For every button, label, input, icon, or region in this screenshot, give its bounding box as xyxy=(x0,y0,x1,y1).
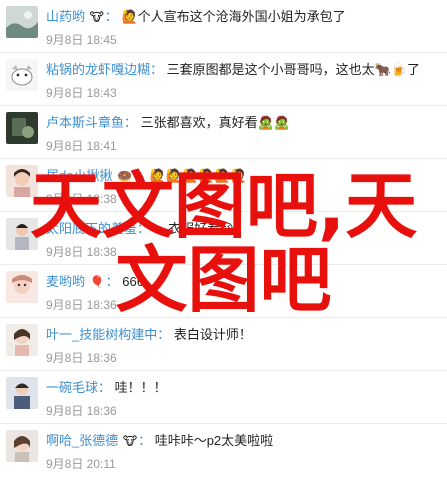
colon-separator: ： xyxy=(104,9,118,24)
comment-item: 卢本斯斗章鱼： 三张都喜欢，真好看🧟🧟 9月8日 18:41 xyxy=(0,106,447,159)
avatar[interactable] xyxy=(6,324,38,356)
cow-face-icon: 🐮 xyxy=(89,10,104,24)
colon-separator: ： xyxy=(98,380,112,395)
donut-icon: 🍩 xyxy=(117,169,133,183)
comment-timestamp: 9月8日 18:36 xyxy=(46,351,117,365)
comment-username[interactable]: 叶一_技能树构建中 xyxy=(46,327,157,342)
comment-timestamp: 9月8日 18:36 xyxy=(46,298,117,312)
comment-timestamp: 9月8日 18:41 xyxy=(46,139,117,153)
comment-feed: 山药哟 🐮： 🙋个人宣布这个沧海外国小姐为承包了 9月8日 18:45 粘锅的龙… xyxy=(0,0,447,475)
comment-item: 居de小揪揪 🍩： 🙋🙋🙋🙋🙋🙋 9月8日 18:38 xyxy=(0,159,447,212)
comment-username[interactable]: 一碗毛球 xyxy=(46,380,98,395)
comment-text: 哇！！！ xyxy=(114,380,167,395)
comment-timestamp: 9月8日 18:43 xyxy=(46,86,117,100)
avatar[interactable] xyxy=(6,6,38,38)
comment-username[interactable]: 啊哈_张德德 xyxy=(46,433,118,448)
comment-username[interactable]: 山药哟 xyxy=(46,9,85,24)
colon-separator: ： xyxy=(138,433,152,448)
colon-separator: ： xyxy=(150,62,164,77)
comment-item: 一碗毛球： 哇！！！ 9月8日 18:36 xyxy=(0,371,447,424)
comment-timestamp: 9月8日 18:38 xyxy=(46,192,117,206)
comment-text: 🙋🙋🙋🙋🙋🙋 xyxy=(149,168,247,183)
comment-text: 666 xyxy=(122,274,144,289)
comment-text: 三套原图都是这个小哥哥吗，这也太🐂🍺了 xyxy=(166,62,421,77)
comment-text: ... 衣服好看😘 xyxy=(153,221,234,236)
comment-item: 麦哟哟 🎈： 666 9月8日 18:36 xyxy=(0,265,447,318)
avatar[interactable] xyxy=(6,112,38,144)
avatar[interactable] xyxy=(6,59,38,91)
avatar[interactable] xyxy=(6,430,38,462)
avatar[interactable] xyxy=(6,165,38,197)
comment-username[interactable]: 麦哟哟 xyxy=(46,274,85,289)
comment-username[interactable]: 卢本斯斗章鱼 xyxy=(46,115,124,130)
comment-item: 山药哟 🐮： 🙋个人宣布这个沧海外国小姐为承包了 9月8日 18:45 xyxy=(0,0,447,53)
avatar[interactable] xyxy=(6,271,38,303)
comment-text: 哇咔咔～p2太美啦啦 xyxy=(154,433,274,448)
comment-timestamp: 9月8日 18:45 xyxy=(46,33,117,47)
comment-item: 啊哈_张德德 🐮： 哇咔咔～p2太美啦啦 9月8日 20:11 xyxy=(0,424,447,477)
comment-text: 🙋个人宣布这个沧海外国小姐为承包了 xyxy=(121,9,346,24)
colon-separator: ： xyxy=(137,221,151,236)
avatar[interactable] xyxy=(6,218,38,250)
comment-username[interactable]: 居de小揪揪 xyxy=(46,168,112,183)
cow-face-icon: 🐮 xyxy=(122,434,138,448)
comment-timestamp: 9月8日 18:38 xyxy=(46,245,117,259)
comment-username[interactable]: 粘锅的龙虾嘎边糊 xyxy=(46,62,150,77)
comment-item: 太阳底下的羞羞： ... 衣服好看😘 9月8日 18:38 xyxy=(0,212,447,265)
colon-separator: ： xyxy=(133,168,147,183)
balloon-icon: 🎈 xyxy=(89,275,105,289)
comment-text: 三张都喜欢，真好看🧟🧟 xyxy=(140,115,291,130)
colon-separator: ： xyxy=(105,274,119,289)
comment-item: 叶一_技能树构建中： 表白设计师！ 9月8日 18:36 xyxy=(0,318,447,371)
comment-text: 表白设计师！ xyxy=(173,327,252,342)
comment-item: 粘锅的龙虾嘎边糊： 三套原图都是这个小哥哥吗，这也太🐂🍺了 9月8日 18:43 xyxy=(0,53,447,106)
comment-timestamp: 9月8日 18:36 xyxy=(46,404,117,418)
avatar[interactable] xyxy=(6,377,38,409)
colon-separator: ： xyxy=(124,115,138,130)
comment-timestamp: 9月8日 20:11 xyxy=(46,457,116,471)
colon-separator: ： xyxy=(157,327,171,342)
comment-username[interactable]: 太阳底下的羞羞 xyxy=(46,221,137,236)
